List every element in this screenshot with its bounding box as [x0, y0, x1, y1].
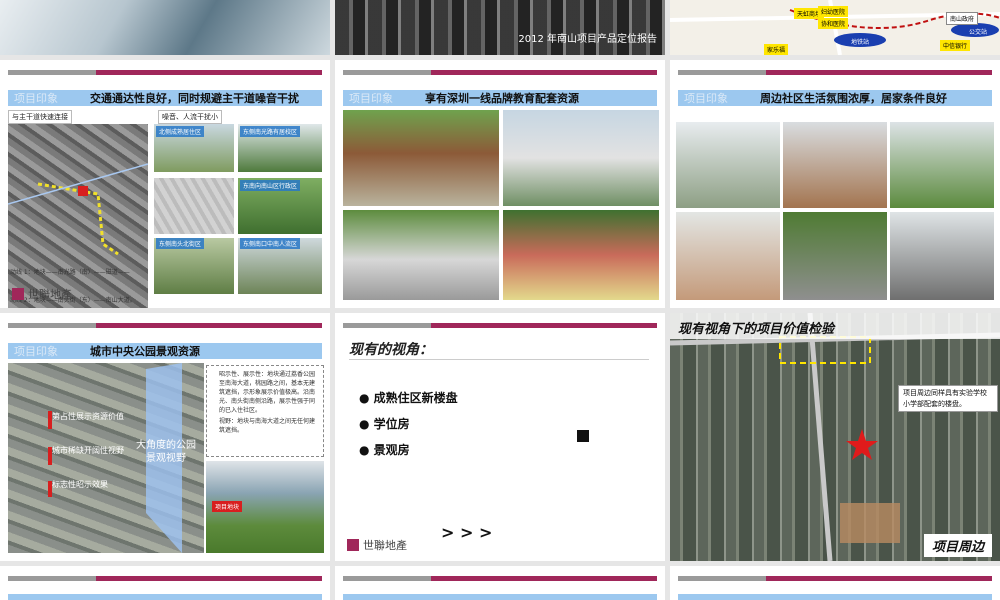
photo-caption-5: 东侧南口中南人流区	[240, 238, 301, 249]
view-item-1: ● 成熟住区新楼盘	[359, 391, 458, 405]
plot-caption: 项目地块	[212, 501, 243, 512]
caption-low-noise: 噪音、人流干扰小	[158, 110, 222, 124]
map-label-fuyou: 妇幼医院	[818, 6, 849, 17]
slide-header: 项目印象 城市中央公园景观资源	[8, 343, 322, 359]
residential-photo-1	[676, 122, 780, 208]
view-item-3-label: 景观房	[373, 443, 410, 457]
header-bars	[343, 576, 657, 581]
logo-seal-icon	[12, 288, 24, 300]
view-item-2: ● 学位房	[359, 417, 410, 431]
slide-sorter-grid: 2012 年南山项目产品定位报告 天虹商场 妇幼医院 协和医院 南山政府 地铁站…	[0, 0, 1000, 600]
arrow-label-3: 标志性昭示效果	[52, 480, 108, 489]
slide-thumb-top-3[interactable]: 天虹商场 妇幼医院 协和医院 南山政府 地铁站 公交站 中信银行 家乐福	[670, 0, 1000, 55]
satellite-photo	[670, 313, 1000, 561]
city-glass-photo	[0, 0, 330, 55]
slide-thumb-bottom-2[interactable]	[335, 566, 665, 600]
photo-caption-4: 东侧南头北街区	[156, 238, 205, 249]
header-bars	[343, 70, 657, 75]
residential-photo-4	[676, 212, 780, 300]
map-label-citic: 中信银行	[940, 40, 971, 51]
school-campus-photo	[343, 210, 499, 300]
logo-seal-icon	[347, 539, 359, 551]
residential-photo-3	[890, 122, 994, 208]
bullet-1: 昭示性、展示性：地块通过荔香公园至南海大道，桃园路之间，基本无建筑遮挡，示形象展…	[219, 371, 316, 414]
slide-education[interactable]: 项目印象 享有深圳一线品牌教育配套资源	[335, 60, 665, 308]
photo-caption-2: 东侧南光路有居校区	[240, 126, 301, 137]
slide-header: 项目印象 周边社区生活氛围浓厚，居家条件良好	[678, 90, 992, 106]
slide-header	[678, 594, 992, 600]
map-label-xiehe: 协和医院	[818, 18, 849, 29]
next-arrows[interactable]: > > >	[441, 523, 492, 542]
header-tag: 项目印象	[14, 345, 58, 358]
slide-header: 项目印象 交通通达性良好，同时规避主干道噪音干扰	[8, 90, 322, 106]
caption-fast-road: 与主干道快速连接	[8, 110, 72, 124]
map-label-nanshan-gov: 南山政府	[946, 12, 979, 25]
slide-community[interactable]: 项目印象 周边社区生活氛围浓厚，居家条件良好	[670, 60, 1000, 308]
slide-thumb-top-2[interactable]: 2012 年南山项目产品定位报告	[335, 0, 665, 55]
header-tag: 项目印象	[684, 92, 728, 105]
value-heading: 现有视角下的项目价值检验	[678, 322, 835, 337]
header-bars	[343, 323, 657, 328]
residential-photo-5	[783, 212, 887, 300]
logo-text: 世聯地產	[28, 288, 72, 301]
park-view-overlay: 大角度的公园景观视野	[136, 440, 196, 464]
header-bars	[678, 576, 992, 581]
square-marker-icon	[577, 430, 589, 442]
view-item-3: ● 景观房	[359, 443, 410, 457]
slide-title: 城市中央公园景观资源	[90, 345, 200, 358]
photo-caption-1: 北侧成熟居住区	[156, 126, 205, 137]
slide-park[interactable]: 项目印象 城市中央公园景观资源 第占性展示资源价值 城市稀缺开阔性视野 标志性昭…	[0, 313, 330, 561]
slide-title: 周边社区生活氛围浓厚，居家条件良好	[760, 92, 947, 105]
residential-photo-2	[783, 122, 887, 208]
slide-transport[interactable]: 项目印象 交通通达性良好，同时规避主干道噪音干扰 与主干道快速连接 噪音、人流干…	[0, 60, 330, 308]
header-tag: 项目印象	[349, 92, 393, 105]
school-gate-photo	[343, 110, 499, 206]
slide-thumb-top-1[interactable]	[0, 0, 330, 55]
logo-text: 世聯地產	[363, 539, 407, 552]
bullet-box: 昭示性、展示性：地块通过荔香公园至南海大道，桃园路之间，基本无建筑遮挡，示形象展…	[206, 365, 324, 457]
header-bars	[678, 70, 992, 75]
aerial-photo	[8, 124, 148, 308]
views-heading: 现有的视角：	[349, 342, 433, 358]
callout-box: 项目周边同样具有实验学校小学部配套的楼盘。	[898, 385, 998, 412]
callout-text: 项目周边同样具有实验学校小学部配套的楼盘。	[903, 389, 987, 408]
slide-thumb-bottom-1[interactable]	[0, 566, 330, 600]
header-tag: 项目印象	[14, 92, 58, 105]
company-logo: 世聯地產	[12, 286, 72, 302]
arrow-label-1: 第占性展示资源价值	[52, 412, 124, 421]
slide-thumb-bottom-3[interactable]	[670, 566, 1000, 600]
slide-header	[343, 594, 657, 600]
header-bars	[8, 70, 322, 75]
view-item-1-label: 成熟住区新楼盘	[373, 391, 458, 405]
header-bars	[8, 323, 322, 328]
school-building-photo	[503, 110, 659, 206]
heading-rule	[349, 359, 649, 360]
school-entrance-photo	[503, 210, 659, 300]
route-note-1: 动线 1：地块——南光路（南）——磁道——	[10, 269, 130, 276]
header-bars	[8, 576, 322, 581]
slide-views[interactable]: 现有的视角： ● 成熟住区新楼盘 ● 学位房 ● 景观房 > > > 世聯地產	[335, 313, 665, 561]
residential-photo-6	[890, 212, 994, 300]
map-label-bus: 公交站	[969, 29, 988, 36]
slide-header: 项目印象 享有深圳一线品牌教育配套资源	[343, 90, 657, 106]
arrow-label-2: 城市稀缺开阔性视野	[52, 446, 124, 455]
report-caption: 2012 年南山项目产品定位报告	[518, 34, 657, 45]
slide-title: 享有深圳一线品牌教育配套资源	[425, 92, 579, 105]
map-label-metro: 地铁站	[851, 39, 870, 46]
bullet-2: 视野：地块与南海大道之间无任何建筑遮挡。	[219, 418, 316, 434]
map-photo	[154, 178, 234, 234]
map-label-carrefour: 家乐福	[764, 44, 789, 55]
slide-title: 交通通达性良好，同时规避主干道噪音干扰	[90, 92, 299, 105]
value-footer: 项目周边	[923, 534, 992, 557]
slide-value-check[interactable]: 现有视角下的项目价值检验 项目周边同样具有实验学校小学部配套的楼盘。 项目周边	[670, 313, 1000, 561]
view-item-2-label: 学位房	[373, 417, 410, 431]
slide-header	[8, 594, 322, 600]
city-skyline-photo	[335, 0, 665, 55]
company-logo: 世聯地產	[347, 537, 407, 553]
photo-caption-3: 东南向南山区行政区	[240, 180, 301, 191]
